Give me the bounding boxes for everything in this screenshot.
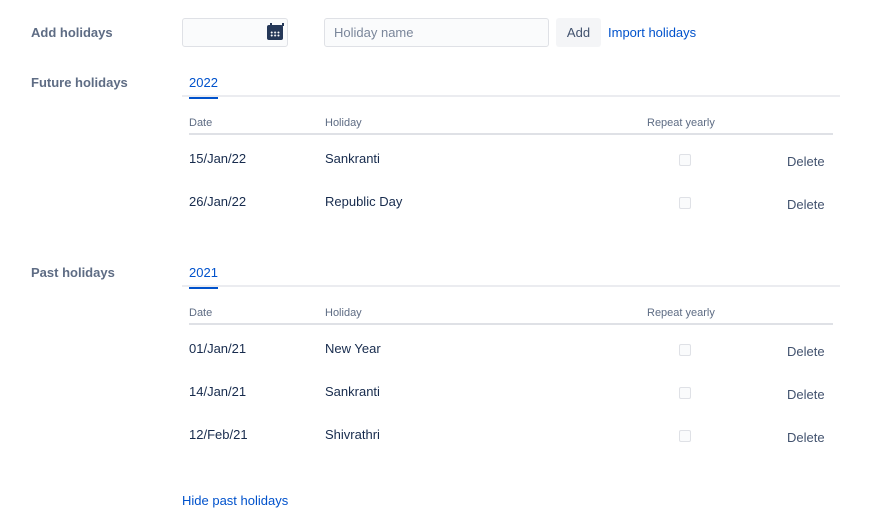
holiday-date: 12/Feb/21 — [189, 427, 248, 442]
date-picker-input[interactable] — [182, 18, 288, 47]
calendar-icon[interactable] — [267, 23, 284, 40]
column-header-repeat: Repeat yearly — [647, 117, 715, 129]
column-header-date: Date — [189, 307, 213, 319]
delete-button[interactable]: Delete — [787, 344, 825, 359]
header-divider — [189, 323, 833, 325]
future-holidays-label: Future holidays — [31, 75, 128, 90]
past-holidays-label: Past holidays — [31, 265, 115, 280]
repeat-yearly-checkbox[interactable] — [679, 197, 691, 209]
holiday-name: Shivrathri — [325, 427, 380, 442]
holiday-name-input[interactable] — [324, 18, 549, 47]
repeat-yearly-checkbox[interactable] — [679, 387, 691, 399]
tab-divider — [182, 285, 840, 287]
holiday-date: 15/Jan/22 — [189, 151, 247, 166]
holiday-name: Sankranti — [325, 151, 380, 166]
holiday-name: New Year — [325, 341, 381, 356]
header-divider — [189, 133, 833, 135]
tab-divider — [182, 95, 840, 97]
delete-button[interactable]: Delete — [787, 430, 825, 445]
column-header-holiday: Holiday — [325, 117, 362, 129]
repeat-yearly-checkbox[interactable] — [679, 430, 691, 442]
column-header-repeat: Repeat yearly — [647, 307, 715, 319]
delete-button[interactable]: Delete — [787, 154, 825, 169]
holiday-date: 14/Jan/21 — [189, 384, 247, 399]
delete-button[interactable]: Delete — [787, 387, 825, 402]
delete-button[interactable]: Delete — [787, 197, 825, 212]
column-header-date: Date — [189, 117, 213, 129]
add-holidays-label: Add holidays — [31, 25, 113, 40]
holiday-date: 01/Jan/21 — [189, 341, 247, 356]
repeat-yearly-checkbox[interactable] — [679, 154, 691, 166]
column-header-holiday: Holiday — [325, 307, 362, 319]
holiday-name: Republic Day — [325, 194, 403, 209]
hide-past-holidays-link[interactable]: Hide past holidays — [182, 493, 288, 508]
import-holidays-link[interactable]: Import holidays — [608, 25, 696, 40]
repeat-yearly-checkbox[interactable] — [679, 344, 691, 356]
holiday-name: Sankranti — [325, 384, 380, 399]
add-button[interactable]: Add — [556, 18, 601, 47]
holiday-date: 26/Jan/22 — [189, 194, 247, 209]
